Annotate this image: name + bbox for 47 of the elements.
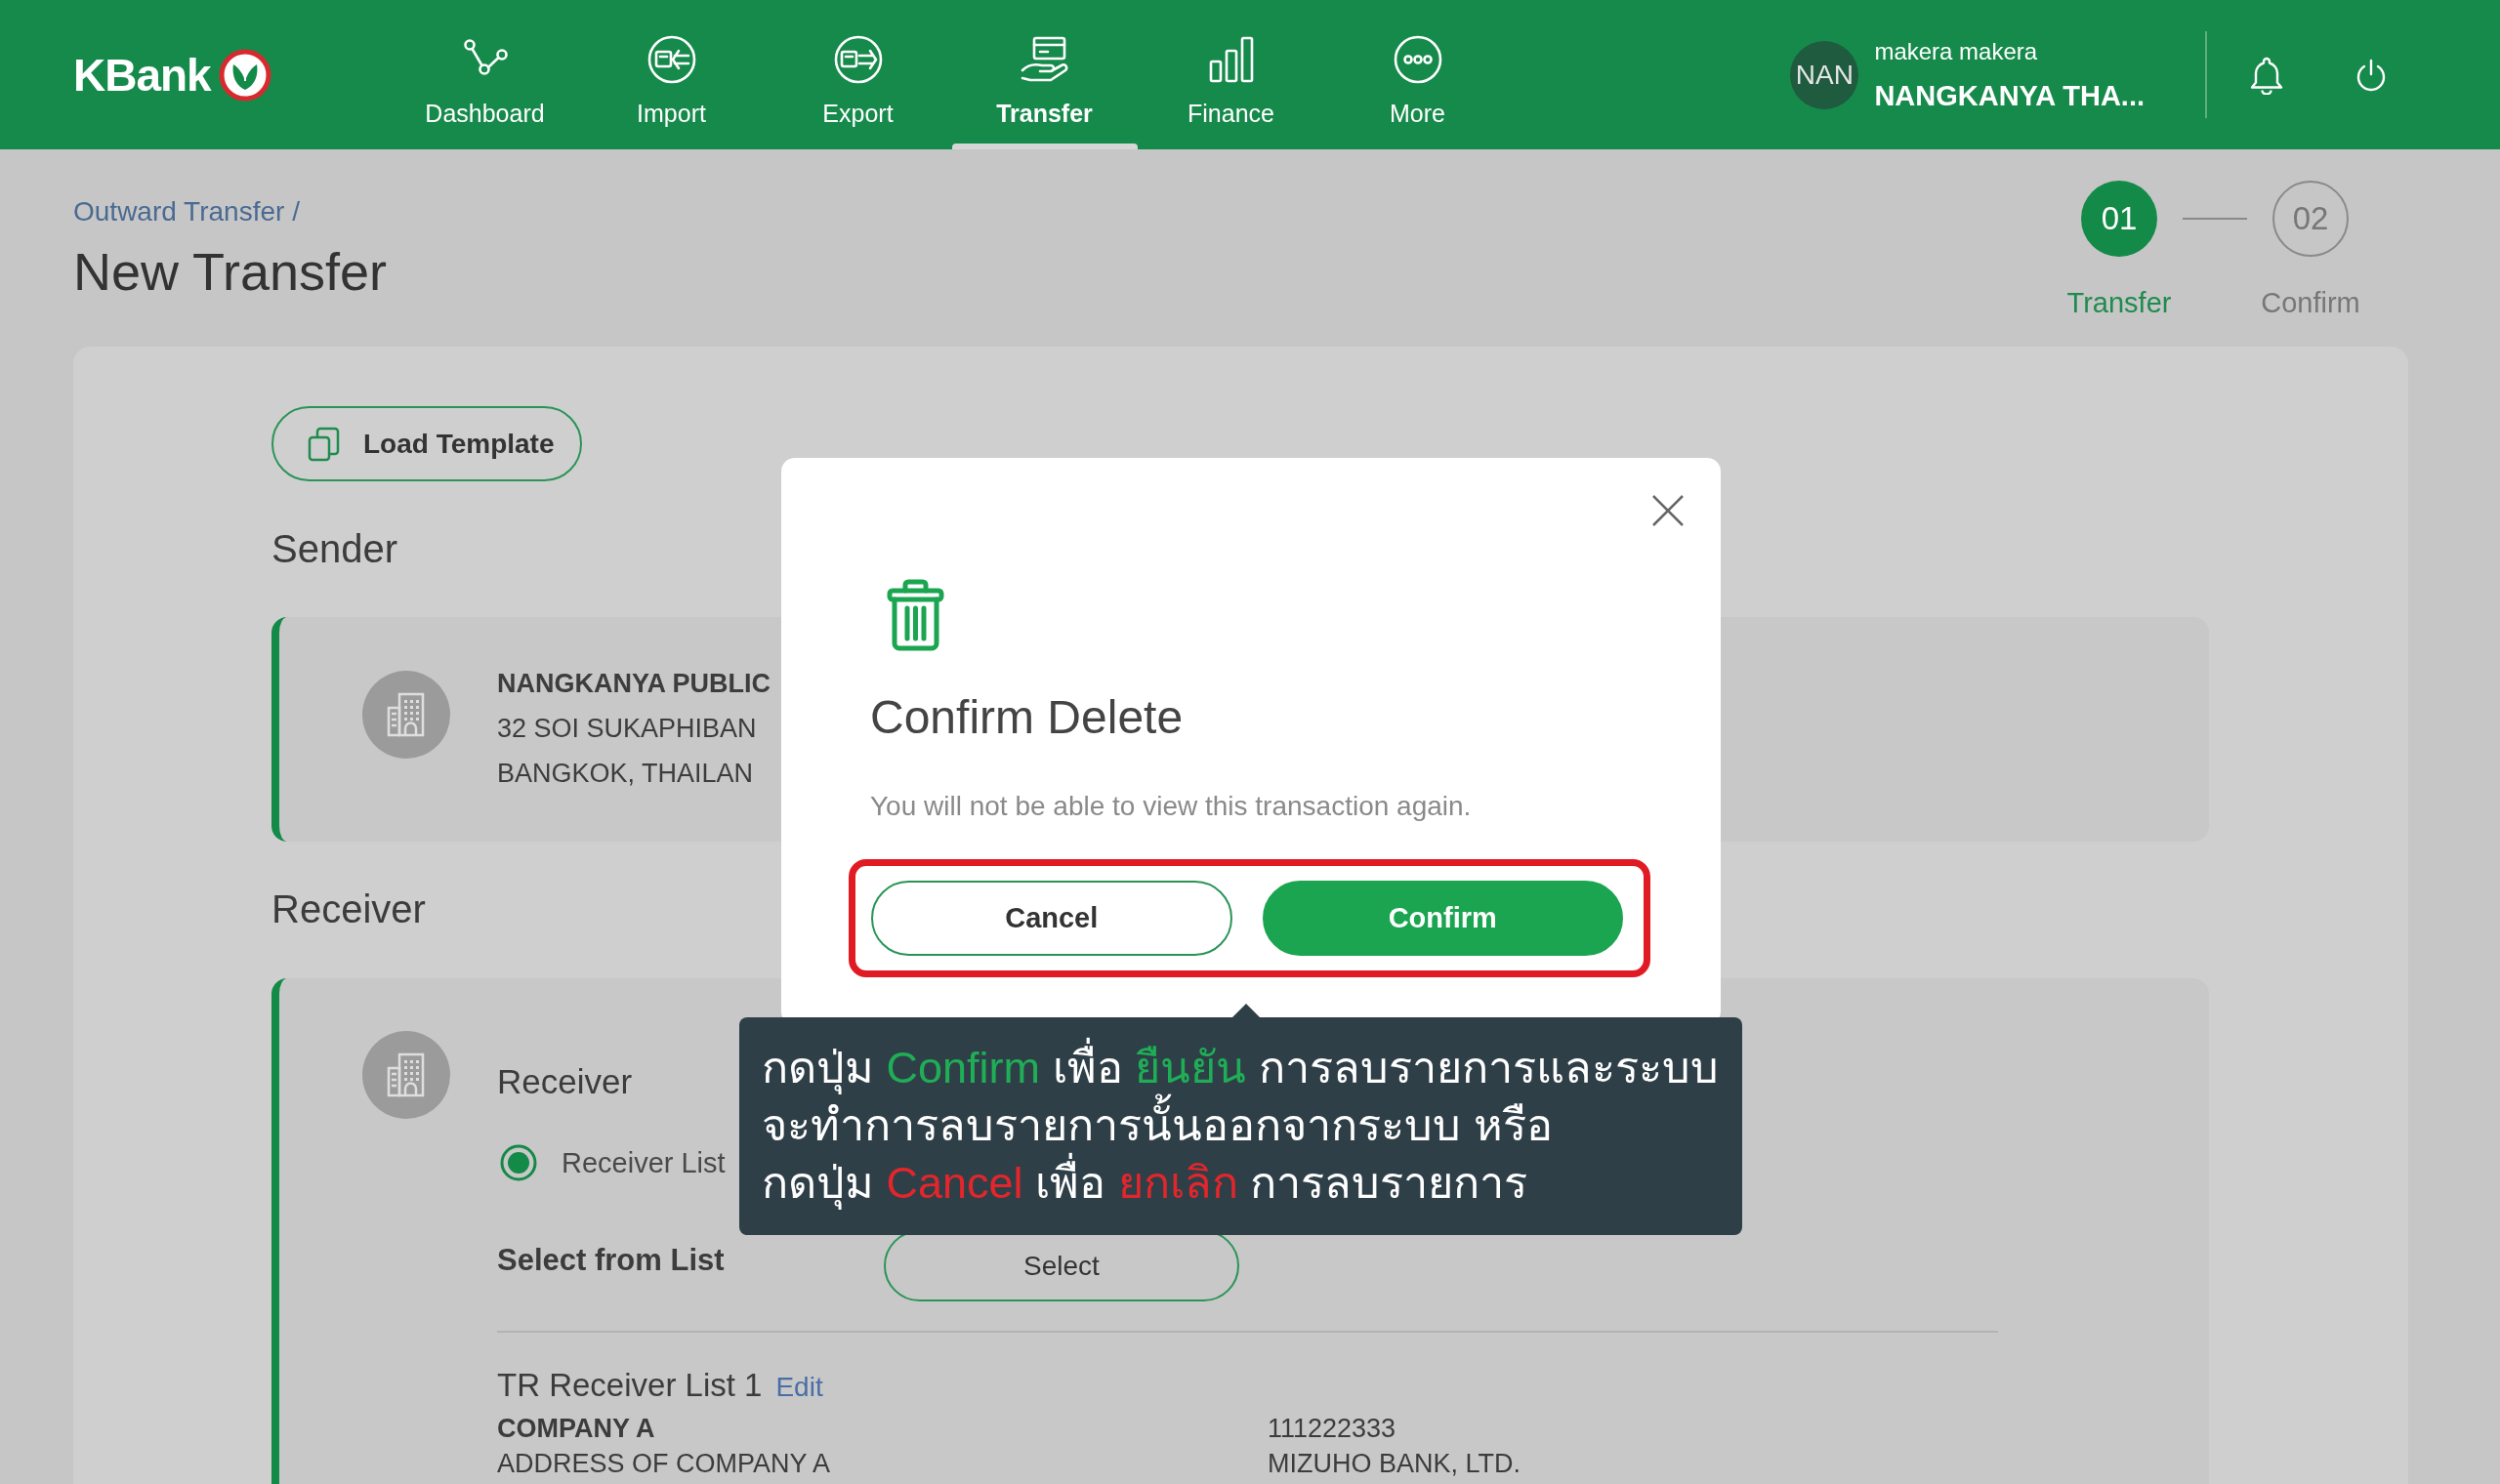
step-connector	[2183, 218, 2247, 220]
nav-tab[interactable]: Dashboard	[392, 0, 578, 149]
logo-icon	[218, 48, 271, 102]
user-name: makera makera	[1874, 37, 2038, 65]
building-icon	[362, 1031, 450, 1119]
dialog-title: Confirm Delete	[870, 690, 1184, 745]
receiver-detail: COMPANY A	[497, 1413, 655, 1445]
radio-label: Receiver List	[562, 1146, 726, 1180]
radio-button[interactable]	[500, 1144, 537, 1181]
section-heading: Receiver	[271, 886, 426, 932]
breadcrumb-link[interactable]: Outward Transfer	[73, 195, 285, 228]
step-indicator: 01	[2081, 181, 2157, 257]
receiver-detail: MIZUHO BANK, LTD.	[1268, 1448, 1521, 1480]
nav-tab[interactable]: Export	[765, 0, 951, 149]
copy-icon	[308, 426, 340, 462]
confirm-button[interactable]: Confirm	[1262, 881, 1623, 956]
building-icon	[362, 671, 450, 759]
nav-tab[interactable]: Import	[578, 0, 765, 149]
sender-address: BANGKOK, THAILAN	[497, 758, 754, 790]
sender-name: NANGKANYA PUBLIC	[497, 668, 771, 700]
step-label: Confirm	[2261, 286, 2360, 320]
nav-tab[interactable]: Finance	[1138, 0, 1324, 149]
sender-address: 32 SOI SUKAPHIBAN	[497, 713, 757, 745]
receiver-detail: 111222333	[1268, 1413, 1396, 1445]
nav-tab[interactable]: More	[1324, 0, 1511, 149]
receiver-list-title: TR Receiver List 1	[497, 1366, 763, 1405]
cancel-button[interactable]: Cancel	[871, 881, 1232, 956]
receiver-title: Receiver	[497, 1061, 633, 1102]
load-template-button[interactable]: Load Template	[271, 406, 582, 481]
section-heading: Sender	[271, 526, 397, 572]
step-indicator: 02	[2272, 181, 2349, 257]
bell-icon[interactable]	[2249, 55, 2284, 95]
receiver-detail: ADDRESS OF COMPANY A	[497, 1448, 831, 1480]
field-label: Select from List	[497, 1242, 725, 1279]
breadcrumb-separator: /	[292, 195, 301, 228]
power-icon[interactable]	[2354, 57, 2388, 93]
page-title: New Transfer	[73, 241, 388, 303]
logo-text: KBank	[73, 48, 211, 102]
avatar: NAN	[1790, 40, 1859, 109]
edit-link[interactable]: Edit	[775, 1372, 823, 1403]
dialog-message: You will not be able to view this transaction again.	[870, 790, 1472, 823]
close-icon[interactable]	[1650, 493, 1686, 528]
company-name: NANGKANYA THA...	[1874, 78, 2145, 112]
step-label: Transfer	[2066, 286, 2172, 320]
trash-icon	[886, 578, 945, 652]
tooltip-text: กดปุ่ม Confirm เพื่อ ยืนยัน การลบรายการและระบบ จะทำการลบรายการนั้นออกจากระบบ หรือ กดปุ่ม Cancel เพื่อ ยกเลิก การลบรายการ	[762, 1039, 1719, 1212]
nav-tab[interactable]: Transfer	[951, 0, 1138, 149]
